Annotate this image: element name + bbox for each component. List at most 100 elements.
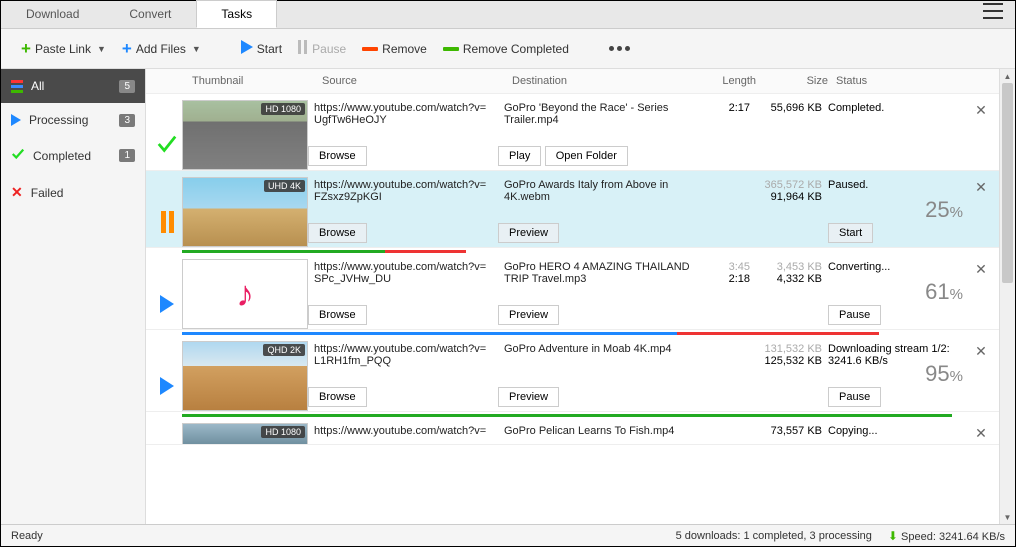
header-status[interactable]: Status xyxy=(832,75,1015,87)
browse-button[interactable]: Browse xyxy=(308,146,367,166)
play-button[interactable]: Play xyxy=(498,146,541,166)
chevron-down-icon[interactable]: ▼ xyxy=(97,44,106,54)
size-text: 73,557 KB xyxy=(750,423,822,444)
resolution-badge: HD 1080 xyxy=(261,103,305,115)
thumbnail: QHD 2K xyxy=(182,341,308,411)
task-row[interactable]: HD 1080 https://www.youtube.com/watch?v=… xyxy=(146,417,999,445)
pause-button[interactable]: Pause xyxy=(828,387,881,407)
destination-text: GoPro Adventure in Moab 4K.mp4 xyxy=(498,341,703,355)
length-text: 3:452:18 xyxy=(703,259,750,329)
thumbnail: ♪ xyxy=(182,259,308,329)
start-button[interactable]: Start xyxy=(828,223,873,243)
open-folder-button[interactable]: Open Folder xyxy=(545,146,628,166)
source-text: https://www.youtube.com/watch?v=L1RH1fm_… xyxy=(308,341,498,367)
minus-icon xyxy=(443,47,459,51)
main-tabs: Download Convert Tasks xyxy=(1,1,1015,29)
scroll-thumb[interactable] xyxy=(1002,83,1013,283)
browse-button[interactable]: Browse xyxy=(308,305,367,325)
preview-button[interactable]: Preview xyxy=(498,305,559,325)
x-icon: ✕ xyxy=(11,184,23,201)
play-icon xyxy=(160,295,174,313)
remove-completed-button[interactable]: Remove Completed xyxy=(437,38,575,60)
add-files-button[interactable]: +Add Files▼ xyxy=(116,35,207,63)
minus-icon xyxy=(362,47,378,51)
pause-button[interactable]: Pause xyxy=(828,305,881,325)
header-size[interactable]: Size xyxy=(760,75,832,87)
play-icon xyxy=(160,377,174,395)
close-button[interactable]: ✕ xyxy=(969,100,993,170)
status-text: Copying... xyxy=(822,423,969,444)
close-button[interactable]: ✕ xyxy=(969,259,993,329)
size-text: 55,696 KB xyxy=(750,100,822,170)
destination-text: GoPro 'Beyond the Race' - Series Trailer… xyxy=(498,100,703,126)
more-button[interactable] xyxy=(603,42,636,55)
preview-button[interactable]: Preview xyxy=(498,223,559,243)
play-icon xyxy=(241,40,253,57)
play-icon xyxy=(11,114,21,126)
thumbnail: HD 1080 xyxy=(182,423,308,445)
destination-text: GoPro Pelican Learns To Fish.mp4 xyxy=(498,423,703,444)
status-icon xyxy=(152,423,182,444)
status-text: Converting... 61% Pause xyxy=(822,259,969,329)
destination-text: GoPro Awards Italy from Above in 4K.webm xyxy=(498,177,703,203)
percent-text: 95% xyxy=(925,361,963,387)
size-text: 3,453 KB4,332 KB xyxy=(750,259,822,329)
browse-button[interactable]: Browse xyxy=(308,223,367,243)
header-destination[interactable]: Destination xyxy=(508,75,713,87)
close-button[interactable]: ✕ xyxy=(969,177,993,247)
menu-icon[interactable] xyxy=(971,0,1015,28)
tab-download[interactable]: Download xyxy=(1,0,104,28)
task-row[interactable]: ♪ https://www.youtube.com/watch?v=SPc_JV… xyxy=(146,253,999,330)
source-text: https://www.youtube.com/watch?v=SPc_JVHw… xyxy=(308,259,498,285)
count-badge: 1 xyxy=(119,149,135,162)
status-icon xyxy=(152,259,182,329)
header-source[interactable]: Source xyxy=(318,75,508,87)
sidebar-item-completed[interactable]: Completed 1 xyxy=(1,137,145,174)
length-text: 2:17 xyxy=(703,100,750,170)
chevron-down-icon[interactable]: ▼ xyxy=(192,44,201,54)
scroll-down-icon[interactable]: ▼ xyxy=(1000,510,1015,524)
task-row[interactable]: HD 1080 https://www.youtube.com/watch?v=… xyxy=(146,94,999,171)
sidebar: All 5 Processing 3 Completed 1 ✕ Failed xyxy=(1,69,146,524)
sidebar-item-processing[interactable]: Processing 3 xyxy=(1,103,145,137)
pause-button[interactable]: Pause xyxy=(292,36,352,61)
tab-convert[interactable]: Convert xyxy=(104,0,196,28)
thumbnail: UHD 4K xyxy=(182,177,308,247)
close-button[interactable]: ✕ xyxy=(969,341,993,411)
source-text: https://www.youtube.com/watch?v=FZsxz9Zp… xyxy=(308,177,498,203)
status-summary: 5 downloads: 1 completed, 3 processing xyxy=(676,530,872,542)
source-text: https://www.youtube.com/watch?v=UgfTw6He… xyxy=(308,100,498,126)
column-headers: Thumbnail Source Destination Length Size… xyxy=(146,69,1015,94)
scrollbar[interactable]: ▲ ▼ xyxy=(999,69,1015,524)
sidebar-item-failed[interactable]: ✕ Failed xyxy=(1,174,145,211)
status-icon xyxy=(152,100,182,170)
resolution-badge: HD 1080 xyxy=(261,426,305,438)
check-icon xyxy=(156,133,178,158)
paste-link-button[interactable]: +Paste Link▼ xyxy=(15,35,112,63)
toolbar: +Paste Link▼ +Add Files▼ Start Pause Rem… xyxy=(1,29,1015,69)
sidebar-item-all[interactable]: All 5 xyxy=(1,69,145,103)
status-icon xyxy=(152,177,182,247)
source-text: https://www.youtube.com/watch?v= xyxy=(308,423,498,444)
status-speed: Speed: 3241.64 KB/s xyxy=(901,531,1005,543)
size-text: 365,572 KB91,964 KB xyxy=(750,177,822,247)
status-text: Downloading stream 1/2: 3241.6 KB/s 95% … xyxy=(822,341,969,411)
tab-tasks[interactable]: Tasks xyxy=(196,0,277,28)
scroll-up-icon[interactable]: ▲ xyxy=(1000,69,1015,83)
preview-button[interactable]: Preview xyxy=(498,387,559,407)
start-button[interactable]: Start xyxy=(235,36,288,61)
remove-button[interactable]: Remove xyxy=(356,38,433,60)
check-icon xyxy=(11,147,25,164)
task-row[interactable]: QHD 2K https://www.youtube.com/watch?v=L… xyxy=(146,335,999,412)
percent-text: 25% xyxy=(925,197,963,223)
browse-button[interactable]: Browse xyxy=(308,387,367,407)
sidebar-item-label: All xyxy=(31,79,44,93)
sidebar-item-label: Processing xyxy=(29,113,88,127)
header-thumbnail[interactable]: Thumbnail xyxy=(188,75,318,87)
close-button[interactable]: ✕ xyxy=(969,423,993,444)
size-text: 131,532 KB125,532 KB xyxy=(750,341,822,411)
list-icon xyxy=(11,80,23,93)
header-length[interactable]: Length xyxy=(713,75,760,87)
resolution-badge: QHD 2K xyxy=(263,344,305,356)
task-row[interactable]: UHD 4K https://www.youtube.com/watch?v=F… xyxy=(146,171,999,248)
